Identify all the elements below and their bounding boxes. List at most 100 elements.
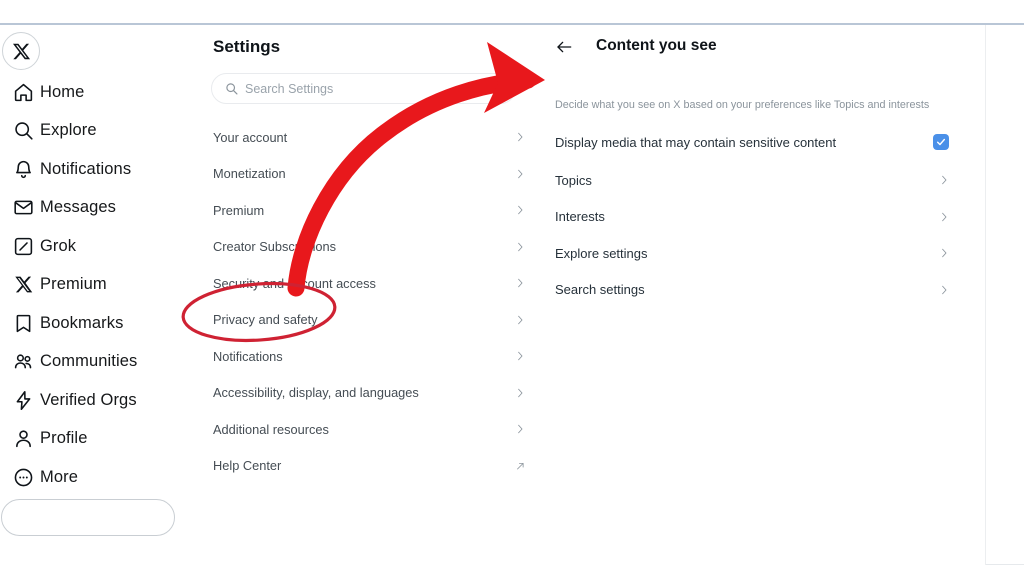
search-settings-input[interactable] — [245, 81, 502, 96]
chevron-right-icon — [942, 285, 947, 294]
sensitive-media-row[interactable]: Display media that may contain sensitive… — [542, 128, 985, 156]
home-icon — [14, 83, 32, 101]
detail-item-label: Search settings — [555, 282, 645, 298]
settings-column: Settings Your account Monetization Premium… — [200, 25, 542, 565]
sidebar-item-label: Profile — [40, 429, 88, 447]
chevron-right-icon — [940, 212, 949, 221]
chevron-right-icon — [516, 279, 525, 288]
settings-item-your-account[interactable]: Your account — [200, 119, 542, 156]
content-you-see-panel: Content you see Decide what you see on X… — [542, 25, 985, 565]
panel-title: Content you see — [596, 37, 717, 54]
settings-item-label: Accessibility, display, and languages — [213, 385, 419, 401]
sidebar-item-label: Explore — [40, 121, 97, 139]
sidebar-item-explore[interactable]: Explore — [6, 116, 192, 146]
bookmark-icon — [6, 313, 40, 334]
chevron-right-icon — [518, 206, 523, 215]
chevron-right-icon — [518, 133, 523, 142]
settings-title: Settings — [213, 37, 281, 56]
settings-item-label: Your account — [213, 129, 288, 145]
chevron-right-icon — [518, 169, 523, 178]
detail-item-explore-settings[interactable]: Explore settings — [542, 235, 985, 272]
sidebar-item-bookmarks[interactable]: Bookmarks — [6, 308, 192, 338]
sidebar-item-communities[interactable]: Communities — [6, 347, 192, 377]
chevron-right-icon — [518, 279, 523, 288]
x-icon — [14, 276, 32, 293]
settings-item-label: Creator Subscriptions — [213, 239, 337, 255]
sidebar-item-home[interactable]: Home — [6, 77, 192, 107]
search-settings-box[interactable] — [211, 73, 516, 104]
sidebar-item-label: Grok — [40, 236, 77, 255]
sidebar-item-label: More — [40, 467, 78, 486]
sidebar-item-more[interactable]: More — [6, 462, 192, 492]
settings-item-label: Help Center — [213, 458, 282, 474]
search-icon — [6, 120, 40, 141]
x-settings-screen: Home Explore Notifications Messages Grok Prem… — [0, 0, 1024, 576]
sidebar-item-profile[interactable]: Profile — [6, 424, 192, 454]
detail-item-label: Interests — [555, 209, 605, 225]
search-icon — [226, 83, 238, 95]
external-link-icon — [517, 462, 524, 470]
search-icon — [14, 122, 33, 140]
settings-item-additional-resources[interactable]: Additional resources — [200, 411, 542, 448]
chevron-right-icon — [942, 176, 947, 185]
settings-item-premium[interactable]: Premium — [200, 192, 542, 229]
detail-column-divider — [985, 25, 986, 565]
sidebar-item-premium[interactable]: Premium — [6, 270, 192, 300]
chevron-right-icon — [516, 388, 525, 397]
detail-item-search-settings[interactable]: Search settings — [542, 272, 985, 309]
chevron-right-icon — [516, 133, 525, 142]
panel-subtitle: Decide what you see on X based on your p… — [555, 99, 930, 111]
people-icon — [6, 351, 40, 372]
sidebar-item-label: Notifications — [40, 159, 132, 178]
settings-item-privacy-and-safety[interactable]: Privacy and safety — [200, 302, 542, 339]
detail-item-interests[interactable]: Interests — [542, 199, 985, 236]
sensitive-media-checkbox[interactable] — [933, 134, 949, 150]
x-logo-icon[interactable] — [2, 32, 40, 70]
settings-item-help-center[interactable]: Help Center — [200, 448, 542, 485]
envelope-icon — [6, 197, 40, 218]
sidebar-item-messages[interactable]: Messages — [6, 193, 192, 223]
settings-item-monetization[interactable]: Monetization — [200, 156, 542, 193]
sidebar-item-label: Premium — [40, 275, 107, 293]
chevron-right-icon — [940, 249, 949, 258]
sidebar-item-grok[interactable]: Grok — [6, 231, 192, 261]
chevron-right-icon — [942, 249, 947, 258]
chevron-right-icon — [518, 425, 523, 434]
external-link-icon — [516, 461, 525, 470]
settings-item-security-and-account-access[interactable]: Security and account access — [200, 265, 542, 302]
people-icon — [14, 354, 31, 369]
grok-icon — [14, 237, 32, 255]
lightning-badge-icon — [16, 390, 30, 410]
envelope-icon — [13, 200, 33, 215]
detail-item-label: Explore settings — [555, 245, 648, 261]
arrow-left-icon[interactable] — [552, 35, 576, 59]
settings-item-accessibility-display-and-languages[interactable]: Accessibility, display, and languages — [200, 375, 542, 412]
person-icon — [6, 428, 40, 449]
chevron-right-icon — [516, 425, 525, 434]
settings-item-notifications[interactable]: Notifications — [200, 338, 542, 375]
sidebar-item-label: Communities — [40, 352, 138, 370]
chevron-right-icon — [940, 285, 949, 294]
settings-item-creator-subscriptions[interactable]: Creator Subscriptions — [200, 229, 542, 266]
sidebar-item-label: Home — [40, 82, 85, 101]
sidebar-item-verified-orgs[interactable]: Verified Orgs — [6, 385, 192, 415]
chevron-right-icon — [516, 242, 525, 251]
settings-item-label: Notifications — [213, 348, 283, 364]
sensitive-media-label: Display media that may contain sensitive… — [555, 134, 837, 150]
settings-item-label: Privacy and safety — [213, 312, 318, 328]
chevron-right-icon — [516, 352, 525, 361]
chevron-right-icon — [518, 315, 523, 324]
post-button[interactable] — [1, 499, 175, 536]
top-white-band — [0, 0, 1024, 23]
sidebar-item-label: Messages — [40, 198, 117, 216]
chevron-right-icon — [942, 212, 947, 221]
ellipsis-circle-icon — [14, 468, 32, 486]
settings-item-label: Monetization — [213, 166, 286, 182]
grok-icon — [6, 236, 40, 257]
sidebar-item-notifications[interactable]: Notifications — [6, 154, 192, 184]
settings-item-label: Additional resources — [213, 421, 329, 437]
sidebar-item-label: Bookmarks — [40, 313, 124, 332]
detail-item-topics[interactable]: Topics — [542, 162, 985, 199]
bookmark-icon — [16, 314, 30, 332]
left-navigation-sidebar: Home Explore Notifications Messages Grok Prem… — [0, 25, 200, 565]
